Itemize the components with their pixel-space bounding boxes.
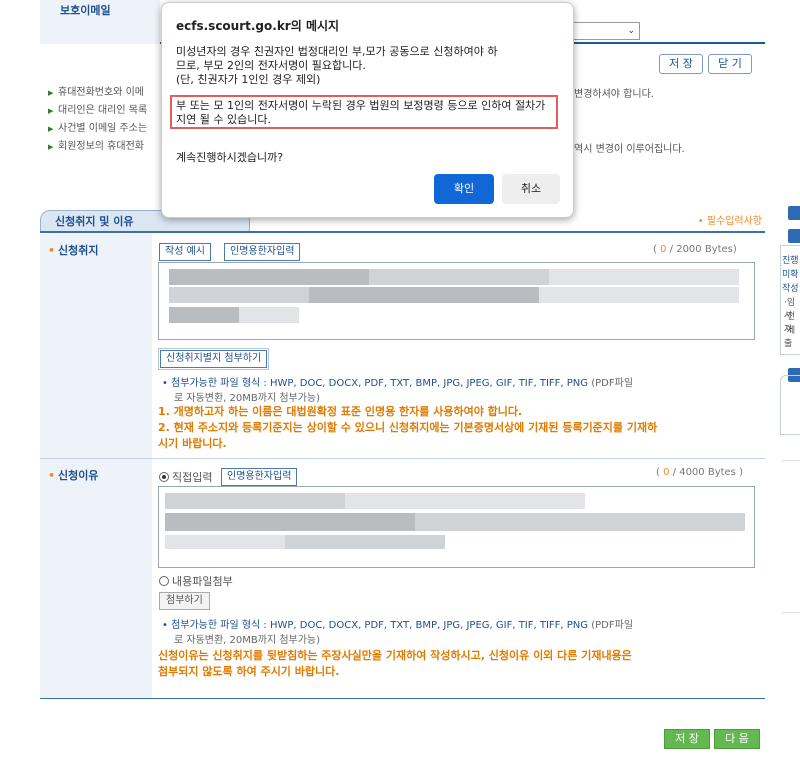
sidebar-menu [782,612,800,762]
radio-unchecked-icon [159,576,169,586]
next-button[interactable]: 다 음 [714,729,760,749]
contact-close-button[interactable]: 닫 기 [708,54,752,74]
sidebar-line: 진행 [782,256,799,266]
purpose-file-note: • 첨부가능한 파일 형식 : HWP, DOC, DOCX, PDF, TXT… [162,378,634,389]
reason-byte-counter: ( 0 / 4000 Bytes ) [656,467,743,478]
purpose-label: • 신청취지 [40,234,152,458]
sidebar-line: 작성 [782,284,799,294]
dialog-message: 미성년자의 경우 친권자인 법정대리인 부,모가 공동으로 신청하여야 하 므로… [176,45,498,86]
ok-button[interactable]: 확인 [434,174,494,204]
sidebar-panel [780,375,800,435]
reason-warning-cont: 첨부되지 않도록 하여 주시기 바랍니다. [158,665,340,678]
sidebar-tab[interactable] [788,206,800,220]
purpose-warning-1: 1. 개명하고자 하는 이름은 대법원확정 표준 인명용 한자를 사용하여야 합… [158,405,523,418]
dialog-highlight-text: 부 또는 모 1인의 전자서명이 누락된 경우 법원의 보정명령 등으로 인하여… [176,99,546,126]
info-text-right: 역시 변경이 이루어집니다. [574,144,685,155]
section-divider [40,231,765,233]
save-button[interactable]: 저 장 [664,729,710,749]
confirm-dialog: ecfs.scourt.go.kr의 메시지 미성년자의 경우 친권자인 법정대… [161,2,574,218]
email-row-label: 보호이메일 [40,0,160,44]
purpose-attach-button[interactable]: 신청취지별지 첨부하기 [160,350,268,368]
reason-hanja-button[interactable]: 인명용한자입력 [221,468,298,486]
hanja-input-button[interactable]: 인명용한자입력 [224,243,301,261]
radio-checked-icon [159,472,169,482]
cancel-button[interactable]: 취소 [502,174,560,204]
purpose-warning-2-cont: 시기 바랍니다. [158,437,227,450]
sidebar-line: 미확 [782,270,799,280]
required-note: • 필수입력사항 [697,216,762,227]
row-divider [40,698,765,699]
reason-label: • 신청이유 [40,459,152,699]
example-button[interactable]: 작성 예시 [159,243,211,261]
sidebar-menu [782,460,800,590]
reason-textarea[interactable] [158,486,755,568]
info-text-right: 변경하셔야 합니다. [574,89,654,100]
reason-attach-button[interactable]: 첨부하기 [159,592,210,610]
sidebar-line: ·제출 [784,326,796,349]
reason-file-note: • 첨부가능한 파일 형식 : HWP, DOC, DOCX, PDF, TXT… [162,620,634,631]
reason-file-note-2: 로 자동변환, 20MB까지 첨부가능) [174,635,321,646]
chevron-down-icon: ⌄ [627,26,635,36]
byte-counter: ( 0 / 2000 Bytes) [653,244,737,255]
purpose-file-note-2: 로 자동변환, 20MB까지 첨부가능) [174,393,321,404]
direct-input-radio[interactable]: 직접입력 [159,469,212,485]
contact-save-button[interactable]: 저 장 [659,54,703,74]
sidebar-tab[interactable] [788,229,800,243]
purpose-textarea[interactable] [158,262,755,340]
file-attach-radio[interactable]: 내용파일첨부 [159,573,233,589]
dialog-title: ecfs.scourt.go.kr의 메시지 [176,19,340,33]
purpose-warning-2: 2. 현재 주소지와 등록기준지는 상이할 수 있으니 신청취지에는 기본증명서… [158,421,658,434]
reason-warning: 신청이유는 신청취지를 뒷받침하는 주장사실만을 기재하여 작성하시고, 신청이… [158,649,632,662]
dialog-question: 계속진행하시겠습니까? [176,151,284,164]
